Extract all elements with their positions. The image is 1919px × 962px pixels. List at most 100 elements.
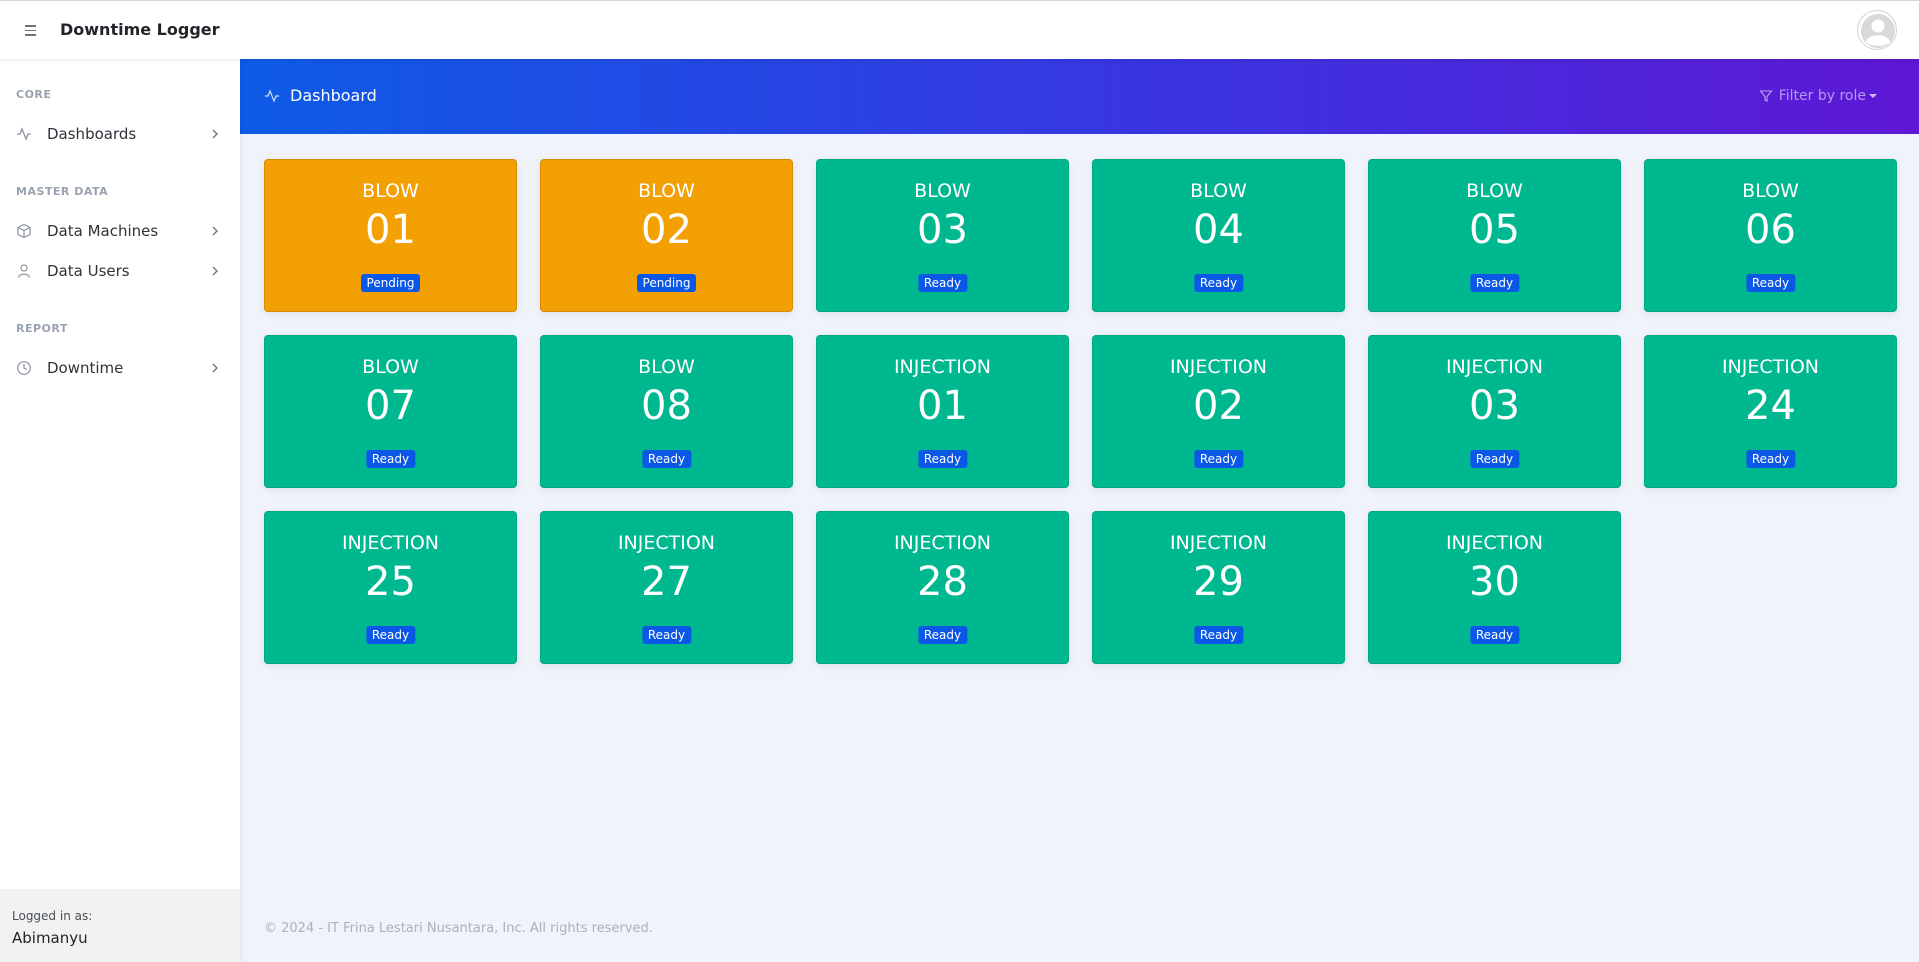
page-header: Dashboard Filter by role bbox=[240, 59, 1919, 134]
logged-in-label: Logged in as: bbox=[12, 909, 93, 923]
page-title: Dashboard bbox=[264, 86, 377, 105]
machine-type: BLOW bbox=[1742, 180, 1799, 202]
hamburger-menu-icon[interactable] bbox=[20, 20, 40, 40]
sidebar-item-label: Dashboards bbox=[47, 125, 137, 143]
machine-card[interactable]: INJECTION 28 Ready bbox=[816, 511, 1069, 664]
machine-card[interactable]: INJECTION 01 Ready bbox=[816, 335, 1069, 488]
machine-card[interactable]: BLOW 06 Ready bbox=[1644, 159, 1897, 312]
machine-type: BLOW bbox=[914, 180, 971, 202]
chevron-right-icon bbox=[212, 129, 218, 139]
status-badge: Ready bbox=[365, 626, 416, 644]
app-brand[interactable]: Downtime Logger bbox=[60, 20, 220, 39]
machine-card[interactable]: INJECTION 29 Ready bbox=[1092, 511, 1345, 664]
machine-card[interactable]: INJECTION 03 Ready bbox=[1368, 335, 1621, 488]
status-badge: Ready bbox=[1745, 450, 1796, 468]
machine-card[interactable]: BLOW 04 Ready bbox=[1092, 159, 1345, 312]
machine-number: 24 bbox=[1745, 383, 1796, 429]
copyright-footer: © 2024 - IT Frina Lestari Nusantara, Inc… bbox=[264, 921, 653, 936]
sidebar-item-data-users[interactable]: Data Users bbox=[0, 253, 240, 289]
machine-number: 08 bbox=[641, 383, 692, 429]
machine-number: 25 bbox=[365, 559, 416, 605]
sidebar-item-downtime[interactable]: Downtime bbox=[0, 350, 240, 386]
machine-type: INJECTION bbox=[1169, 356, 1268, 378]
status-badge: Ready bbox=[1193, 626, 1244, 644]
status-badge: Ready bbox=[641, 626, 692, 644]
logged-in-user: Abimanyu bbox=[12, 929, 88, 947]
status-badge: Ready bbox=[1469, 450, 1520, 468]
status-badge: Ready bbox=[1469, 626, 1520, 644]
chevron-right-icon bbox=[212, 363, 218, 373]
machine-number: 03 bbox=[1469, 383, 1520, 429]
avatar-icon bbox=[1861, 14, 1895, 48]
machine-type: BLOW bbox=[638, 356, 695, 378]
sidebar-footer: Logged in as: Abimanyu bbox=[0, 889, 240, 962]
machine-number: 02 bbox=[641, 207, 692, 253]
machine-type: INJECTION bbox=[1445, 532, 1544, 554]
user-icon bbox=[16, 263, 32, 279]
clock-icon bbox=[16, 360, 32, 376]
machine-type: INJECTION bbox=[1721, 356, 1820, 378]
machine-card[interactable]: INJECTION 25 Ready bbox=[264, 511, 517, 664]
machine-number: 05 bbox=[1469, 207, 1520, 253]
machine-card[interactable]: BLOW 02 Pending bbox=[540, 159, 793, 312]
machine-number: 03 bbox=[917, 207, 968, 253]
filter-by-role-dropdown[interactable]: Filter by role bbox=[1759, 88, 1877, 104]
machine-card[interactable]: BLOW 01 Pending bbox=[264, 159, 517, 312]
machine-card[interactable]: INJECTION 02 Ready bbox=[1092, 335, 1345, 488]
machine-card[interactable]: BLOW 08 Ready bbox=[540, 335, 793, 488]
sidebar-heading-report: REPORT bbox=[16, 322, 68, 335]
status-badge: Ready bbox=[917, 274, 968, 292]
chevron-right-icon bbox=[212, 226, 218, 236]
sidebar-heading-master-data: MASTER DATA bbox=[16, 185, 109, 198]
machine-number: 04 bbox=[1193, 207, 1244, 253]
machine-type: INJECTION bbox=[893, 356, 992, 378]
status-badge: Pending bbox=[636, 274, 697, 292]
sidebar-heading-core: CORE bbox=[16, 88, 52, 101]
machine-number: 06 bbox=[1745, 207, 1796, 253]
sidebar-item-dashboards[interactable]: Dashboards bbox=[0, 116, 240, 152]
machine-type: BLOW bbox=[1466, 180, 1523, 202]
status-badge: Ready bbox=[1193, 274, 1244, 292]
machine-card[interactable]: BLOW 05 Ready bbox=[1368, 159, 1621, 312]
machine-number: 30 bbox=[1469, 559, 1520, 605]
machine-number: 01 bbox=[365, 207, 416, 253]
machine-type: BLOW bbox=[1190, 180, 1247, 202]
filter-icon bbox=[1759, 90, 1773, 102]
machine-number: 28 bbox=[917, 559, 968, 605]
status-badge: Ready bbox=[917, 450, 968, 468]
user-avatar[interactable] bbox=[1857, 10, 1897, 50]
machine-number: 29 bbox=[1193, 559, 1244, 605]
box-icon bbox=[16, 223, 32, 239]
machine-type: INJECTION bbox=[893, 532, 992, 554]
filter-label: Filter by role bbox=[1778, 88, 1866, 104]
machine-number: 01 bbox=[917, 383, 968, 429]
status-badge: Ready bbox=[641, 450, 692, 468]
activity-icon bbox=[16, 126, 32, 142]
machine-type: INJECTION bbox=[341, 532, 440, 554]
machine-card[interactable]: INJECTION 27 Ready bbox=[540, 511, 793, 664]
sidebar: CORE Dashboards MASTER DATA Data Machine… bbox=[0, 59, 240, 962]
activity-icon bbox=[264, 88, 280, 104]
status-badge: Ready bbox=[917, 626, 968, 644]
page-title-text: Dashboard bbox=[290, 86, 377, 105]
machine-type: INJECTION bbox=[1445, 356, 1544, 378]
status-badge: Pending bbox=[360, 274, 421, 292]
sidebar-item-label: Downtime bbox=[47, 359, 124, 377]
machine-number: 07 bbox=[365, 383, 416, 429]
machine-number: 27 bbox=[641, 559, 692, 605]
machine-card[interactable]: BLOW 07 Ready bbox=[264, 335, 517, 488]
top-navbar: Downtime Logger bbox=[0, 0, 1919, 59]
machine-number: 02 bbox=[1193, 383, 1244, 429]
machine-card[interactable]: INJECTION 30 Ready bbox=[1368, 511, 1621, 664]
machine-type: BLOW bbox=[362, 356, 419, 378]
machine-card[interactable]: INJECTION 24 Ready bbox=[1644, 335, 1897, 488]
machine-type: BLOW bbox=[638, 180, 695, 202]
machine-card[interactable]: BLOW 03 Ready bbox=[816, 159, 1069, 312]
chevron-right-icon bbox=[212, 266, 218, 276]
sidebar-item-label: Data Users bbox=[47, 262, 130, 280]
machine-type: INJECTION bbox=[1169, 532, 1268, 554]
status-badge: Ready bbox=[1469, 274, 1520, 292]
sidebar-item-data-machines[interactable]: Data Machines bbox=[0, 213, 240, 249]
sidebar-item-label: Data Machines bbox=[47, 222, 159, 240]
machine-type: INJECTION bbox=[617, 532, 716, 554]
